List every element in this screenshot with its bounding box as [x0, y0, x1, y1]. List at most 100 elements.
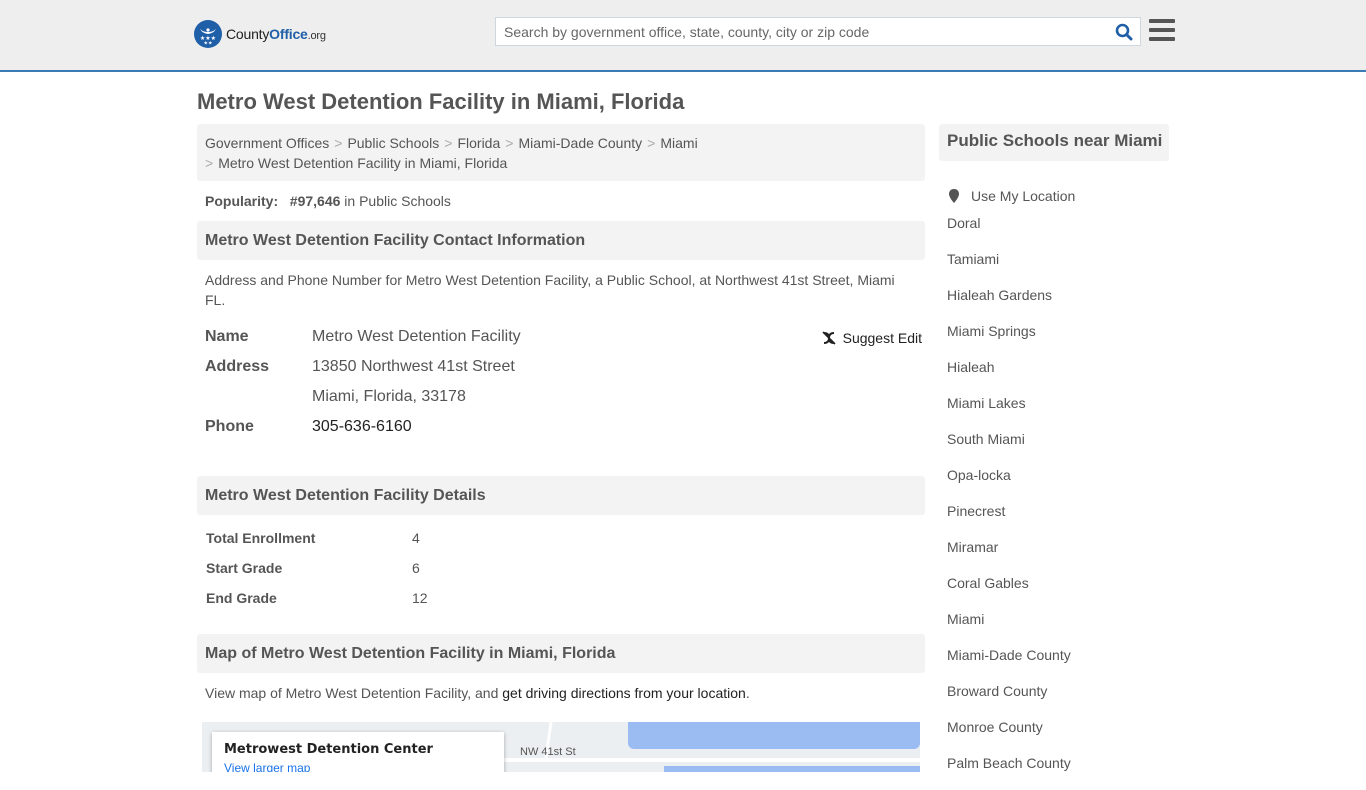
map-road	[502, 758, 920, 762]
sidebar-link-monroe-county[interactable]: Monroe County	[947, 719, 1043, 735]
details-label: End Grade	[206, 590, 277, 606]
sidebar-item: Coral Gables	[947, 574, 1169, 610]
sidebar-heading: Public Schools near Miami	[939, 124, 1169, 161]
phone-label: Phone	[205, 418, 254, 435]
sidebar-link-opa-locka[interactable]: Opa-locka	[947, 467, 1011, 483]
address-row-2: Miami, Florida, 33178	[205, 382, 917, 412]
breadcrumb-public-schools[interactable]: Public Schools	[347, 135, 439, 151]
details-value: 6	[412, 560, 420, 576]
map-description-text: View map of Metro West Detention Facilit…	[205, 685, 503, 701]
sidebar-item: Hialeah Gardens	[947, 286, 1169, 322]
site-header: ★★★ ★★ CountyOffice.org	[0, 0, 1366, 72]
name-value: Metro West Detention Facility	[312, 328, 521, 345]
eagle-stars-logo-icon: ★★★ ★★	[194, 20, 222, 48]
details-heading: Metro West Detention Facility Details	[197, 476, 925, 515]
sidebar-item: Doral	[947, 214, 1169, 250]
nearby-list: Use My Location Doral Tamiami Hialeah Ga…	[939, 178, 1169, 790]
hamburger-bar	[1149, 28, 1175, 32]
breadcrumb-miami[interactable]: Miami	[660, 135, 697, 151]
map-street-label: NW 41st St	[520, 746, 576, 758]
popularity-label: Popularity:	[205, 193, 279, 209]
sidebar-link-miami-dade-county[interactable]: Miami-Dade County	[947, 647, 1071, 663]
details-table: Total Enrollment 4 Start Grade 6 End Gra…	[197, 523, 925, 613]
details-value: 4	[412, 530, 420, 546]
popularity: Popularity: #97,646 in Public Schools	[197, 181, 925, 211]
contact-heading: Metro West Detention Facility Contact In…	[197, 221, 925, 260]
sidebar-item: Miramar	[947, 538, 1169, 574]
sidebar-item: Pinecrest	[947, 502, 1169, 538]
sidebar-link-coral-gables[interactable]: Coral Gables	[947, 575, 1029, 591]
breadcrumb-miami-dade-county[interactable]: Miami-Dade County	[518, 135, 642, 151]
sidebar-link-hialeah-gardens[interactable]: Hialeah Gardens	[947, 287, 1052, 303]
breadcrumb-separator: >	[334, 135, 343, 151]
sidebar-link-palm-beach-county[interactable]: Palm Beach County	[947, 755, 1071, 771]
use-my-location-link[interactable]: Use My Location	[971, 187, 1075, 205]
contact-description: Address and Phone Number for Metro West …	[205, 272, 895, 308]
search-icon	[1115, 23, 1133, 40]
phone-link[interactable]: 305-636-6160	[312, 412, 412, 442]
suggest-edit-link[interactable]: Suggest Edit	[843, 330, 922, 346]
driving-directions-link[interactable]: get driving directions from your locatio…	[502, 685, 746, 701]
details-label: Start Grade	[206, 560, 283, 576]
sidebar-item: Hialeah	[947, 358, 1169, 394]
search-button[interactable]	[1108, 18, 1140, 45]
address-spacer	[205, 382, 312, 412]
search-bar	[495, 17, 1141, 46]
main-content: Government Offices > Public Schools > Florid…	[197, 124, 925, 772]
breadcrumb: Government Offices > Public Schools > Florid…	[197, 124, 925, 181]
sidebar-link-south-miami[interactable]: South Miami	[947, 431, 1025, 447]
breadcrumb-current: Metro West Detention Facility in Miami, …	[218, 155, 508, 171]
breadcrumb-government-offices[interactable]: Government Offices	[205, 135, 329, 151]
sidebar-link-doral[interactable]: Doral	[947, 215, 980, 231]
sidebar-item: Miami-Dade County	[947, 646, 1169, 682]
sidebar-item: Broward County	[947, 682, 1169, 718]
sidebar-link-miami-lakes[interactable]: Miami Lakes	[947, 395, 1026, 411]
use-location-item: Use My Location	[947, 178, 1169, 214]
phone-row: Phone 305-636-6160	[205, 412, 917, 442]
sidebar-link-tamiami[interactable]: Tamiami	[947, 251, 999, 267]
sidebar-link-hialeah[interactable]: Hialeah	[947, 359, 994, 375]
popularity-suffix: in Public Schools	[344, 193, 451, 209]
address-line1: 13850 Northwest 41st Street	[312, 358, 515, 375]
sidebar-link-pinecrest[interactable]: Pinecrest	[947, 503, 1005, 519]
details-value: 12	[412, 590, 428, 606]
map-description-end: .	[745, 685, 750, 701]
suggest-edit: Suggest Edit	[821, 330, 922, 346]
breadcrumb-florida[interactable]: Florida	[457, 135, 500, 151]
address-label: Address	[205, 358, 270, 375]
sidebar-link-miramar[interactable]: Miramar	[947, 539, 998, 555]
popularity-rank: #97,646	[289, 193, 341, 209]
map-embed[interactable]: NW 41st St Metrowest Detention Center Vi…	[202, 722, 920, 772]
logo-link[interactable]: ★★★ ★★ CountyOffice.org	[194, 20, 326, 48]
name-label: Name	[205, 328, 249, 345]
map-heading: Map of Metro West Detention Facility in …	[197, 634, 925, 673]
breadcrumb-separator: >	[647, 135, 656, 151]
sidebar-item: Opa-locka	[947, 466, 1169, 502]
sidebar-link-miami[interactable]: Miami	[947, 611, 984, 627]
address-row: Address 13850 Northwest 41st Street	[205, 352, 917, 382]
details-row: End Grade 12	[197, 583, 925, 613]
hamburger-menu-button[interactable]	[1149, 19, 1175, 41]
breadcrumb-separator: >	[205, 155, 214, 171]
sidebar-link-broward-county[interactable]: Broward County	[947, 683, 1047, 699]
sidebar: Public Schools near Miami Use My Locatio…	[939, 124, 1169, 790]
page-title: Metro West Detention Facility in Miami, …	[197, 89, 685, 114]
sidebar-link-miami-springs[interactable]: Miami Springs	[947, 323, 1036, 339]
map-water	[628, 722, 920, 749]
sidebar-item: Miami Springs	[947, 322, 1169, 358]
details-row: Total Enrollment 4	[197, 523, 925, 553]
breadcrumb-separator: >	[444, 135, 453, 151]
map-water	[664, 766, 920, 772]
view-larger-map-link[interactable]: View larger map	[224, 761, 492, 772]
sidebar-item: South Miami	[947, 430, 1169, 466]
map-place-name: Metrowest Detention Center	[224, 742, 433, 757]
details-row: Start Grade 6	[197, 553, 925, 583]
details-label: Total Enrollment	[206, 530, 316, 546]
sidebar-item: Miami Lakes	[947, 394, 1169, 430]
search-input[interactable]	[496, 18, 1108, 45]
svg-text:★★: ★★	[204, 41, 213, 46]
sidebar-item: Palm Beach County	[947, 754, 1169, 790]
name-row: Name Metro West Detention Facility	[205, 322, 917, 352]
sidebar-item: Tamiami	[947, 250, 1169, 286]
sidebar-item: Miami	[947, 610, 1169, 646]
